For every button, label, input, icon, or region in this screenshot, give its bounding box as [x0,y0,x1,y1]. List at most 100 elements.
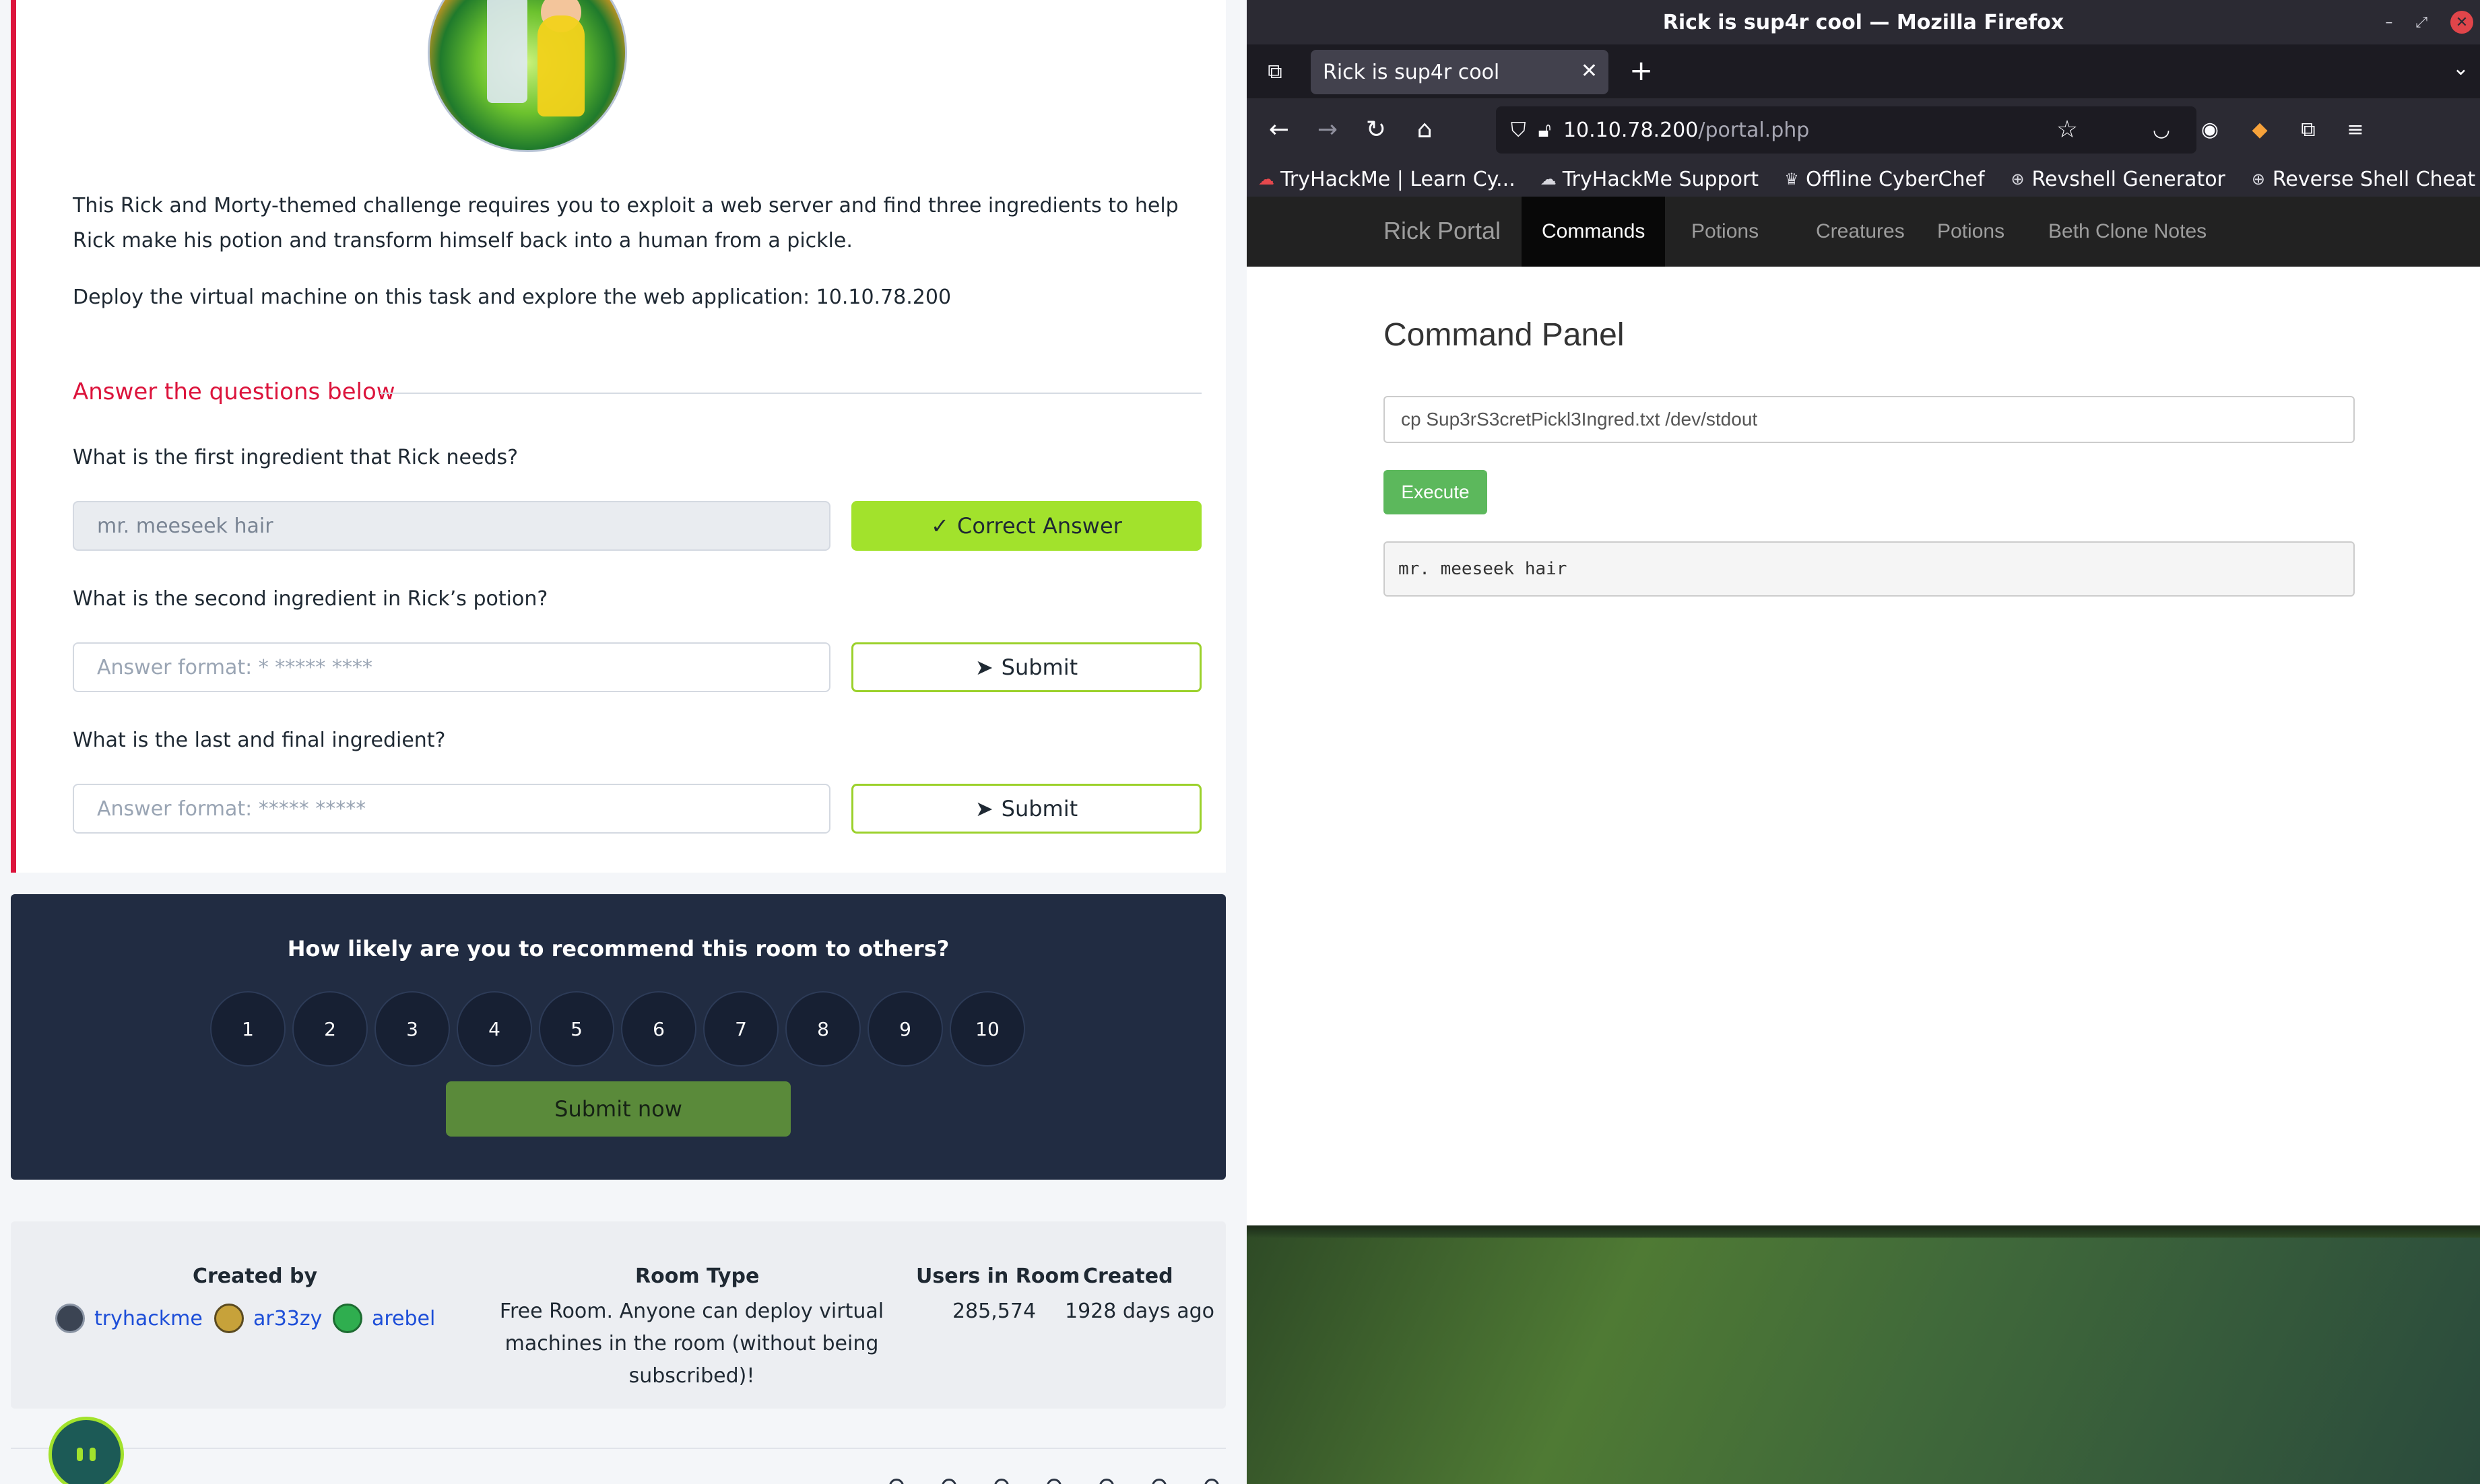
portal-navbar: Rick Portal Commands Potions Creatures P… [1247,197,2480,267]
rating-option-4[interactable]: 4 [457,991,532,1067]
menu-icon[interactable]: ≡ [2339,113,2372,145]
url-host: 10.10.78.200 [1563,118,1699,142]
window-controls: – ⤢ ✕ [2385,11,2473,34]
rating-panel: How likely are you to recommend this roo… [11,894,1226,1180]
bookmark-2[interactable]: ☁ TryHackMe Support [1540,168,1759,191]
rating-option-1[interactable]: 1 [210,991,286,1067]
rating-question: How likely are you to recommend this roo… [287,936,950,962]
social-icon[interactable] [994,1479,1009,1484]
submit-button-3[interactable]: ➤ Submit [851,784,1202,834]
portal-brand[interactable]: Rick Portal [1383,217,1501,245]
back-icon[interactable]: ← [1263,113,1295,145]
users-value: 285,574 [952,1300,1037,1323]
bookmark-5[interactable]: ⊕ Reverse Shell Cheat S... [2250,168,2480,191]
lock-icon[interactable]: 🔓︎ [1538,119,1551,142]
answer-input-2[interactable]: Answer format: * ***** **** [73,642,830,692]
rating-option-10[interactable]: 10 [950,991,1025,1067]
minimize-icon[interactable]: – [2385,14,2392,31]
shield-icon[interactable]: ⛉ [1511,119,1526,142]
social-icon[interactable] [889,1479,904,1484]
extensions-icon[interactable]: ⧉ [2292,113,2324,145]
bookmark-label: Offline CyberChef [1806,167,1985,191]
rating-option-2[interactable]: 2 [292,991,368,1067]
creator-arebel[interactable]: arebel [333,1304,435,1333]
social-icon[interactable] [942,1479,956,1484]
rating-options: 1 2 3 4 5 6 7 8 9 10 [210,991,1025,1067]
task-description: This Rick and Morty-themed challenge req… [73,194,1179,252]
maximize-icon[interactable]: ⤢ [2415,14,2427,31]
reload-icon[interactable]: ↻ [1360,113,1392,145]
answer-heading: Answer the questions below [73,378,395,405]
nav-beth-clone-notes[interactable]: Beth Clone Notes [2028,197,2227,267]
nav-commands[interactable]: Commands [1522,197,1666,267]
rating-option-6[interactable]: 6 [621,991,696,1067]
social-icon[interactable] [1204,1479,1219,1484]
account-icon[interactable]: ◉ [2194,113,2226,145]
creator-ar33zy[interactable]: ar33zy [214,1304,322,1333]
new-tab-icon[interactable]: + [1629,54,1653,87]
rating-option-7[interactable]: 7 [703,991,779,1067]
answer-input-3[interactable]: Answer format: ***** ***** [73,784,830,834]
bookmark-4[interactable]: ⊕ Revshell Generator [2009,168,2225,191]
pocket-icon[interactable]: ◡ [2145,113,2178,145]
task-deploy-text: Deploy the virtual machine on this task … [73,285,952,309]
execute-button[interactable]: Execute [1383,470,1487,514]
tryhackme-room-page: This Rick and Morty-themed challenge req… [0,0,1247,1484]
tab-bar: ⧉ Rick is sup4r cool ✕ + ⌄ [1247,44,2480,98]
submit-button-2[interactable]: ➤ Submit [851,642,1202,692]
home-icon[interactable]: ⌂ [1408,113,1441,145]
room-type-value: Free Room. Anyone can deploy virtual mac… [499,1300,884,1388]
url-bar[interactable]: ⛉ 🔓︎ 10.10.78.200/portal.php [1496,106,2196,154]
bookmark-3[interactable]: ♛ Offline CyberChef [1783,168,1984,191]
answer-input-1[interactable]: mr. meeseek hair [73,501,830,551]
chevron-down-icon[interactable]: ⌄ [2452,57,2469,80]
tryhackme-icon: ☁ [1258,170,1274,189]
social-icon[interactable] [1099,1479,1114,1484]
chef-icon: ♛ [1784,170,1799,189]
creator-tryhackme[interactable]: tryhackme [55,1304,203,1333]
bookmark-label: TryHackMe Support [1562,167,1759,191]
users-header: Users in Room [916,1264,1080,1288]
footer-social-icons [889,1479,1219,1484]
globe-icon: ⊕ [2251,170,2265,189]
tab-title: Rick is sup4r cool [1323,60,1500,84]
nav-potions[interactable]: Potions [1671,197,1779,267]
rating-option-3[interactable]: 3 [374,991,450,1067]
question-1: What is the first ingredient that Rick n… [73,446,519,469]
command-input[interactable]: cp Sup3rS3cretPickl3Ingred.txt /dev/stdo… [1383,396,2355,443]
chat-help-button[interactable] [48,1417,124,1484]
nav-potions-2[interactable]: Potions [1917,197,2025,267]
creator-name: tryhackme [94,1306,203,1330]
tab-active[interactable]: Rick is sup4r cool ✕ [1311,50,1608,94]
send-icon: ➤ [975,796,993,821]
check-icon: ✓ [931,513,949,539]
close-icon[interactable]: ✕ [2450,11,2473,34]
rating-option-9[interactable]: 9 [868,991,943,1067]
bookmark-1[interactable]: ☁ TryHackMe | Learn Cy... [1258,168,1515,191]
tab-close-icon[interactable]: ✕ [1581,59,1598,83]
window-title: Rick is sup4r cool — Mozilla Firefox [1247,0,2480,44]
extension-icon[interactable]: ◆ [2244,113,2276,145]
send-icon: ➤ [975,654,993,680]
forward-icon[interactable]: → [1311,113,1344,145]
submit-rating-button[interactable]: Submit now [446,1081,791,1137]
command-output: mr. meeseek hair [1383,541,2355,597]
social-icon[interactable] [1152,1479,1167,1484]
submit-label-2: Submit [1001,654,1078,680]
correct-answer-button[interactable]: ✓ Correct Answer [851,501,1202,551]
task-card: This Rick and Morty-themed challenge req… [11,0,1226,873]
chat-eye-icon [77,1448,83,1461]
answer-divider [380,393,1202,394]
tab-list-icon[interactable]: ⧉ [1260,57,1290,86]
creator-name: arebel [372,1306,436,1330]
rating-option-8[interactable]: 8 [785,991,861,1067]
question-3: What is the last and final ingredient? [73,729,446,752]
social-icon[interactable] [1047,1479,1062,1484]
bookmark-star-icon[interactable]: ☆ [2051,113,2083,145]
created-header: Created [1083,1264,1173,1288]
rating-option-5[interactable]: 5 [539,991,614,1067]
footer-divider [11,1448,1226,1449]
creator-name: ar33zy [253,1306,323,1330]
nav-creatures[interactable]: Creatures [1796,197,1925,267]
firefox-window: Rick is sup4r cool — Mozilla Firefox – ⤢… [1247,0,2480,1484]
